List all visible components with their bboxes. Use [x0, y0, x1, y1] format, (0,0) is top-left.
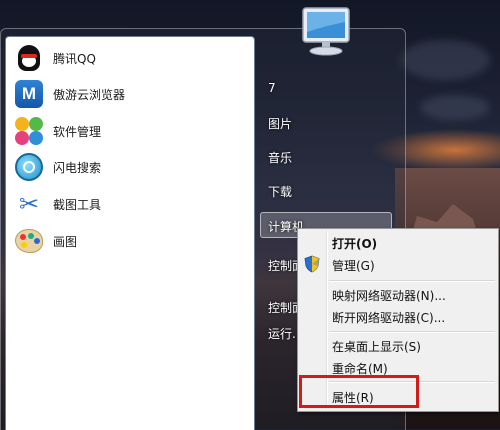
menu-item-open[interactable]: 打开(O) [332, 235, 377, 252]
menu-item-disconnect-network-drive[interactable]: 断开网络驱动器(C)... [332, 309, 445, 326]
program-label: 腾讯QQ [53, 51, 96, 66]
paint-palette-icon [14, 226, 44, 256]
program-label: 软件管理 [53, 124, 102, 139]
program-item-paint[interactable]: 画图 [6, 223, 254, 259]
program-item-snipping-tool[interactable]: ✂ 截图工具 [6, 186, 254, 222]
program-label: 闪电搜索 [53, 160, 102, 175]
program-label: 截图工具 [53, 197, 102, 212]
menu-item-manage[interactable]: 管理(G) [332, 257, 375, 274]
user-folder-link[interactable]: 7 [268, 81, 276, 95]
pictures-link[interactable]: 图片 [268, 115, 292, 132]
qq-penguin-icon [14, 43, 44, 73]
menu-item-map-network-drive[interactable]: 映射网络驱动器(N)... [332, 287, 446, 304]
uac-shield-icon [304, 255, 320, 273]
program-label: 画图 [53, 234, 78, 249]
music-link[interactable]: 音乐 [268, 149, 292, 166]
menu-item-show-on-desktop[interactable]: 在桌面上显示(S) [332, 338, 421, 355]
cloud [400, 40, 490, 80]
program-item-maxthon[interactable]: M 傲游云浏览器 [6, 76, 254, 112]
program-item-software-manager[interactable]: 软件管理 [6, 113, 254, 149]
program-label: 傲游云浏览器 [53, 87, 126, 102]
program-item-flash-search[interactable]: 闪电搜索 [6, 149, 254, 185]
scissors-icon: ✂ [18, 190, 40, 218]
program-item-qq[interactable]: 腾讯QQ [6, 40, 254, 76]
computer-monitor-icon [302, 7, 350, 56]
flash-search-icon [14, 152, 44, 182]
menu-separator [329, 331, 495, 333]
software-manager-icon [14, 116, 44, 146]
highlight-box [299, 375, 419, 408]
maxthon-icon: M [14, 79, 44, 109]
cloud [420, 95, 490, 120]
menu-separator [329, 280, 495, 282]
programs-pane: 腾讯QQ M 傲游云浏览器 软件管理 闪电搜索 ✂ 截图工具 画图 [5, 36, 255, 430]
downloads-link[interactable]: 下载 [268, 183, 292, 200]
